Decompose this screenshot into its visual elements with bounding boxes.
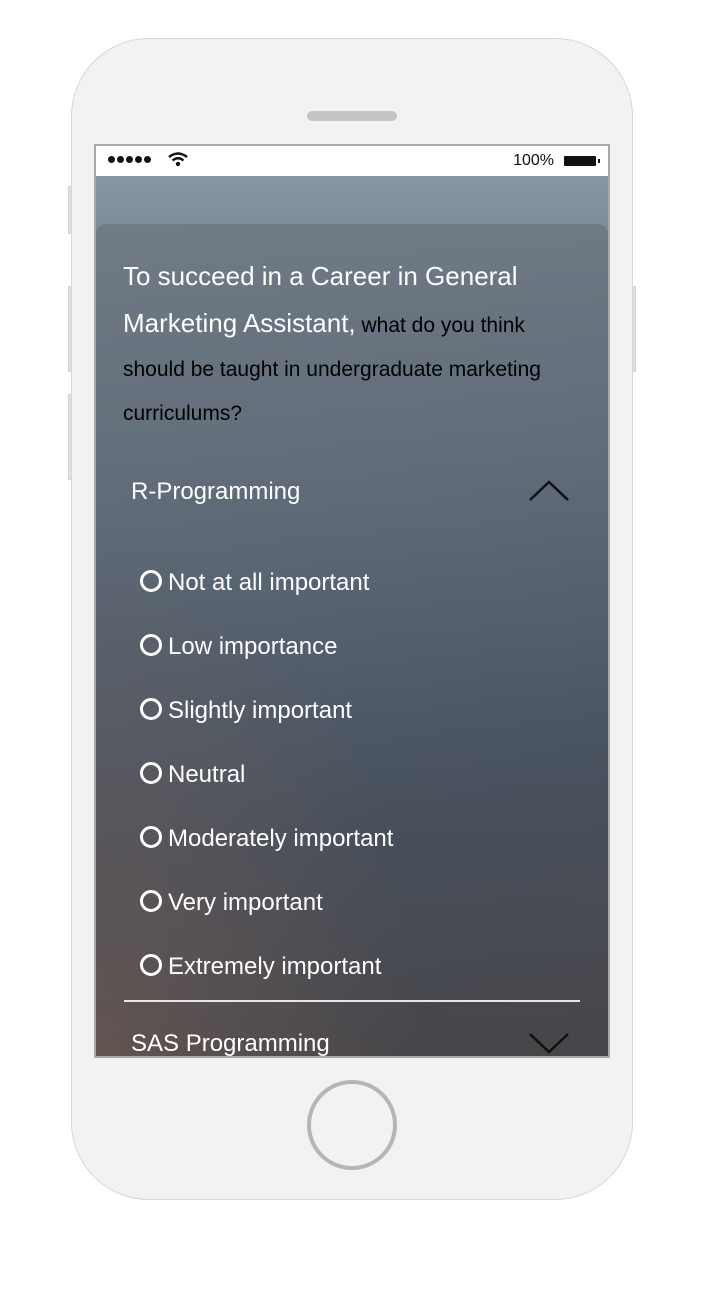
radio-button[interactable]: [140, 634, 162, 656]
option-label: Very important: [168, 889, 323, 916]
phone-screen: 100% To succeed in a Career in General M…: [94, 144, 610, 1058]
option-label: Slightly important: [168, 697, 353, 724]
question-text: To succeed in a Career in General Market…: [123, 254, 588, 436]
option-label: Not at all important: [168, 569, 370, 596]
radio-button[interactable]: [140, 954, 162, 976]
option-label: Extremely important: [168, 953, 382, 980]
battery-percentage: 100%: [513, 152, 554, 169]
answer-options: Not at all important Low importance Slig…: [140, 568, 393, 1016]
option-not-at-all-important[interactable]: Not at all important: [140, 568, 393, 632]
option-slightly-important[interactable]: Slightly important: [140, 696, 393, 760]
status-bar: 100%: [96, 146, 608, 176]
radio-button[interactable]: [140, 826, 162, 848]
speaker-grille: [307, 111, 397, 121]
section-header-sas-programming[interactable]: SAS Programming: [131, 1024, 571, 1057]
option-moderately-important[interactable]: Moderately important: [140, 824, 393, 888]
section-header-r-programming[interactable]: R-Programming: [131, 472, 571, 512]
section-title: R-Programming: [131, 478, 301, 505]
option-label: Low importance: [168, 633, 338, 660]
radio-button[interactable]: [140, 890, 162, 912]
option-label: Neutral: [168, 761, 246, 788]
radio-button[interactable]: [140, 570, 162, 592]
signal-dots-icon: [108, 156, 151, 163]
radio-button[interactable]: [140, 762, 162, 784]
home-button[interactable]: [307, 1080, 397, 1170]
chevron-down-icon[interactable]: [527, 1026, 571, 1056]
option-low-importance[interactable]: Low importance: [140, 632, 393, 696]
section-title: SAS Programming: [131, 1030, 330, 1057]
option-label: Moderately important: [168, 825, 394, 852]
section-divider: [124, 1000, 580, 1002]
option-neutral[interactable]: Neutral: [140, 760, 393, 824]
option-very-important[interactable]: Very important: [140, 888, 393, 952]
battery-icon: [564, 156, 600, 166]
option-extremely-important[interactable]: Extremely important: [140, 952, 393, 1016]
chevron-up-icon[interactable]: [527, 474, 571, 504]
wifi-icon: [168, 152, 188, 167]
radio-button[interactable]: [140, 698, 162, 720]
